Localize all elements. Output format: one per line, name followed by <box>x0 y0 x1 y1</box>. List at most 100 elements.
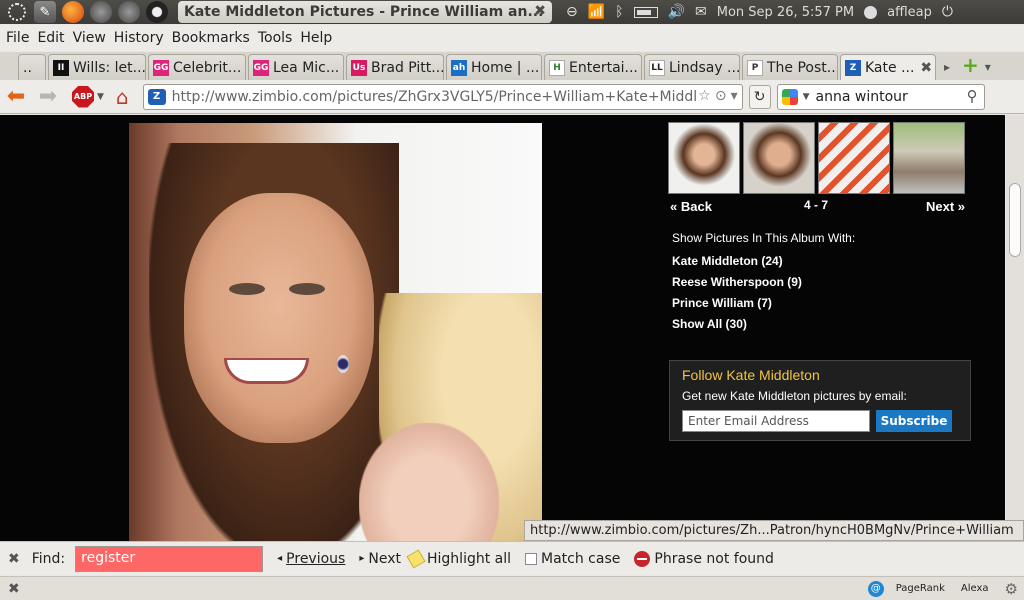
mail-icon[interactable]: ✉ <box>695 4 707 20</box>
wifi-icon[interactable]: 📶 <box>588 4 605 20</box>
checkbox-icon <box>525 552 538 565</box>
find-status: Phrase not found <box>634 550 774 567</box>
thumbnail[interactable] <box>668 122 740 194</box>
tab-1[interactable]: II Wills: let... <box>48 54 146 80</box>
find-status-text: Phrase not found <box>654 550 774 567</box>
indicator-icon[interactable]: ⊖ <box>566 4 578 20</box>
search-bar[interactable]: ▼ anna wintour ⚲ <box>776 83 985 110</box>
error-icon <box>634 550 651 567</box>
find-next-label: Next <box>368 550 401 567</box>
scrollbar-thumb[interactable] <box>1009 183 1021 257</box>
main-photo[interactable] <box>129 123 542 541</box>
page-content: « Back 4 - 7 Next » Show Pictures In Thi… <box>0 115 1005 541</box>
next-link[interactable]: Next » <box>926 199 965 214</box>
tab-label: .. <box>23 59 32 76</box>
menu-file[interactable]: File <box>6 30 29 46</box>
pagerank-icon[interactable]: ⊙ <box>715 88 727 104</box>
list-tabs-icon[interactable]: ▾ <box>985 60 991 74</box>
tab-favicon-icon: GG <box>253 59 269 76</box>
gear-icon[interactable]: ⚙ <box>1005 580 1018 598</box>
forward-button[interactable]: ➡ <box>32 83 64 111</box>
tab-active[interactable]: Z Kate ... ✖ <box>840 54 936 80</box>
menu-help[interactable]: Help <box>300 30 332 46</box>
user-icon <box>864 5 878 19</box>
album-link-kate[interactable]: Kate Middleton (24) <box>672 254 855 268</box>
home-button[interactable]: ⌂ <box>116 85 129 109</box>
window-title-button[interactable]: Kate Middleton Pictures - Prince William… <box>178 1 552 23</box>
url-dropdown-icon[interactable]: ▾ <box>731 88 738 104</box>
highlight-all-button[interactable]: Highlight all <box>406 548 511 569</box>
tab-label: The Post... <box>767 59 838 76</box>
close-find-icon[interactable]: ✖ <box>8 551 20 567</box>
pagerank-label[interactable]: PageRank <box>896 583 945 594</box>
url-tools: ☆ ⊙ ▾ <box>698 87 738 104</box>
scroll-tabs-right-icon[interactable]: ▸ <box>938 60 956 74</box>
search-icon[interactable]: ⚲ <box>967 87 978 105</box>
match-case-label: Match case <box>541 550 621 567</box>
search-input[interactable]: anna wintour <box>816 89 908 105</box>
volume-icon[interactable]: 🔊 <box>668 4 685 20</box>
adblock-icon[interactable]: ABP <box>72 85 94 108</box>
thumbnail[interactable] <box>743 122 815 194</box>
tab-3[interactable]: GG Lea Mic... <box>248 54 344 80</box>
tab-favicon-icon: LL <box>649 59 665 76</box>
bookmark-star-icon[interactable]: ☆ <box>698 88 711 104</box>
album-link-reese[interactable]: Reese Witherspoon (9) <box>672 275 855 289</box>
tab-0[interactable]: .. <box>18 54 46 80</box>
ubuntu-menu-icon[interactable] <box>6 1 28 23</box>
thumbnail[interactable] <box>818 122 890 194</box>
close-statusbar-icon[interactable]: ✖ <box>8 581 20 597</box>
url-bar[interactable]: Z http://www.zimbio.com/pictures/ZhGrx3V… <box>142 83 743 110</box>
subscribe-button[interactable]: Subscribe <box>876 410 952 432</box>
tab-2[interactable]: GG Celebrit... <box>148 54 246 80</box>
tab-label: Celebrit... <box>173 59 242 76</box>
reload-button[interactable]: ↻ <box>748 84 771 109</box>
tab-close-icon[interactable]: ✖ <box>914 60 932 76</box>
tab-5[interactable]: ah Home | ... <box>446 54 542 80</box>
tab-6[interactable]: H Entertai... <box>544 54 642 80</box>
steam-icon[interactable] <box>146 1 168 23</box>
at-icon[interactable]: @ <box>867 580 884 597</box>
battery-icon[interactable] <box>633 6 658 18</box>
search-engine-dropdown-icon[interactable]: ▼ <box>803 92 810 102</box>
match-case-checkbox[interactable]: Match case <box>525 551 620 567</box>
firefox-icon[interactable] <box>62 1 84 23</box>
find-label: Find: <box>31 550 66 567</box>
app-launcher-icon[interactable] <box>90 1 112 23</box>
menu-view[interactable]: View <box>73 30 106 46</box>
username[interactable]: affleap <box>887 5 932 20</box>
album-link-show-all[interactable]: Show All (30) <box>672 317 855 331</box>
power-icon[interactable]: ⏻ <box>942 4 953 20</box>
next-arrow-icon: ▸ <box>359 553 365 564</box>
menu-bookmarks[interactable]: Bookmarks <box>172 30 250 46</box>
follow-title: Follow Kate Middleton <box>682 367 820 383</box>
alexa-label[interactable]: Alexa <box>961 583 989 594</box>
app-launcher-2-icon[interactable] <box>118 1 140 23</box>
status-bar: ✖ @ PageRank Alexa ⚙ <box>0 576 1024 600</box>
page-scrollbar[interactable] <box>1006 115 1024 541</box>
back-button[interactable]: ⬅ <box>0 83 32 111</box>
clock[interactable]: Mon Sep 26, 5:57 PM <box>717 5 854 20</box>
adblock-dropdown-icon[interactable]: ▼ <box>97 92 104 102</box>
find-next-button[interactable]: ▸ Next <box>359 551 401 567</box>
google-icon[interactable] <box>781 88 798 105</box>
thumbnail-strip <box>668 122 965 194</box>
menu-history[interactable]: History <box>114 30 164 46</box>
bluetooth-icon[interactable]: ᛒ <box>615 4 623 20</box>
tab-4[interactable]: Us Brad Pitt... <box>346 54 444 80</box>
text-editor-icon[interactable]: ✎ <box>34 1 56 23</box>
thumbnail[interactable] <box>893 122 965 194</box>
menu-edit[interactable]: Edit <box>37 30 64 46</box>
top-panel: ✎ Kate Middleton Pictures - Prince Willi… <box>0 0 1024 24</box>
tab-7[interactable]: LL Lindsay ... <box>644 54 740 80</box>
back-link[interactable]: « Back <box>670 199 712 214</box>
tab-8[interactable]: P The Post... <box>742 54 838 80</box>
email-field[interactable]: Enter Email Address <box>682 410 870 432</box>
menu-tools[interactable]: Tools <box>258 30 293 46</box>
find-previous-label: Previous <box>286 550 346 567</box>
album-link-william[interactable]: Prince William (7) <box>672 296 855 310</box>
find-previous-button[interactable]: ◂ Previous <box>277 551 345 567</box>
new-tab-icon[interactable]: + <box>962 53 979 77</box>
find-input[interactable]: register <box>75 545 264 572</box>
window-close-icon[interactable]: ✖ <box>534 3 546 19</box>
